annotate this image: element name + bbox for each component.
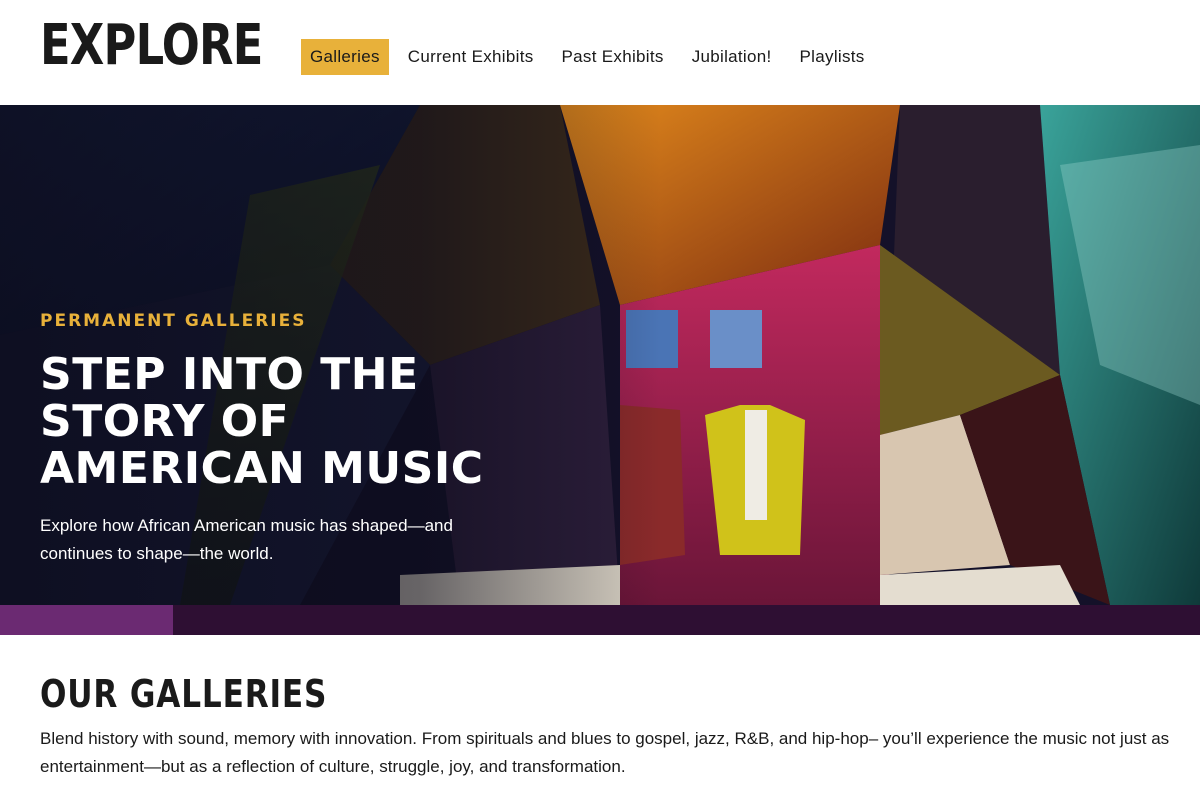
nav-current-exhibits[interactable]: Current Exhibits [399,39,543,75]
section-description: Blend history with sound, memory with in… [40,729,1170,776]
hero-eyebrow: PERMANENT GALLERIES [40,311,307,331]
carousel-progress-fill [0,605,173,635]
carousel-progress-bar[interactable] [0,605,1200,635]
nav-galleries[interactable]: Galleries [301,39,389,75]
nav-playlists[interactable]: Playlists [791,39,874,75]
hero-title: STEP INTO THE STORY OF AMERICAN MUSIC [40,349,484,494]
site-logo[interactable]: EXPLORE [40,14,263,78]
nav-jubilation[interactable]: Jubilation! [683,39,781,75]
hero-description: Explore how African American music has s… [40,516,453,563]
site-header: EXPLORE Galleries Current Exhibits Past … [0,0,1200,105]
hero-banner: PERMANENT GALLERIES STEP INTO THE STORY … [0,105,1200,605]
nav-past-exhibits[interactable]: Past Exhibits [553,39,673,75]
main-nav: Galleries Current Exhibits Past Exhibits… [301,39,884,75]
section-title: OUR GALLERIES [40,672,328,716]
